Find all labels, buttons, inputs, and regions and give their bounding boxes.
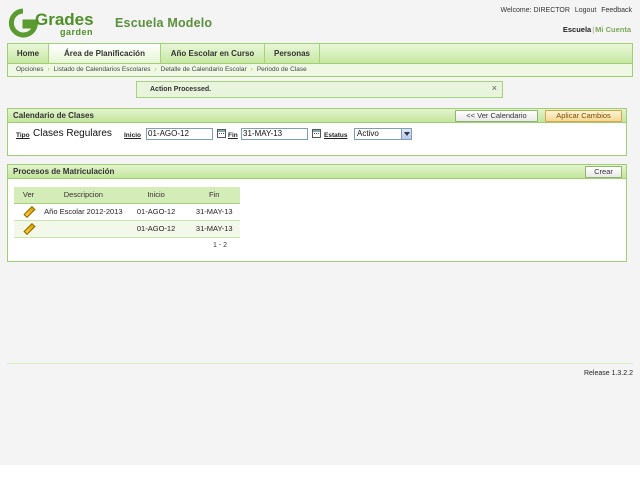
pagination-info: 1 - 2 [213, 242, 228, 249]
table-row: Año Escolar 2012-2013 01-AGO-12 31-MAY-1… [14, 203, 240, 221]
alert-message: Action Processed. [150, 86, 212, 93]
create-button[interactable]: Crear [585, 166, 622, 178]
inicio-field[interactable]: 01-AGO-12 [146, 128, 213, 140]
breadcrumb-separator: › [154, 66, 157, 73]
feedback-link[interactable]: Feedback [601, 7, 632, 14]
back-to-calendar-button[interactable]: << Ver Calendario [455, 110, 538, 122]
inicio-cell: 01-AGO-12 [123, 220, 189, 238]
school-name: Escuela Modelo [115, 16, 213, 30]
tab-personas[interactable]: Personas [265, 44, 320, 63]
inicio-cell: 01-AGO-12 [123, 203, 189, 221]
view-cell [14, 203, 44, 221]
estatus-value: Activo [357, 129, 379, 138]
tab-home[interactable]: Home [8, 44, 49, 63]
calendar-icon[interactable] [217, 129, 226, 138]
pencil-edit-icon[interactable] [23, 206, 34, 217]
status-alert: Action Processed. × [136, 81, 503, 98]
inicio-label: Inicio [124, 132, 141, 139]
tab-area-planificacion[interactable]: Área de Planificación [49, 44, 161, 63]
table-header-row: Ver Descripcion Inicio Fin [14, 187, 240, 204]
estatus-select[interactable]: Activo [354, 128, 412, 140]
breadcrumb-separator: › [250, 66, 253, 73]
tipo-label: Tipo [16, 132, 30, 139]
gradesgarden-logo: Grades garden [8, 8, 94, 38]
apply-changes-button[interactable]: Aplicar Cambios [545, 110, 622, 122]
fin-cell: 31-MAY-13 [188, 220, 240, 238]
calendar-icon[interactable] [312, 129, 321, 138]
enrollment-panel-header: Procesos de Matriculación Crear [8, 165, 626, 179]
breadcrumb-detalle[interactable]: Detalle de Calendario Escolar [161, 66, 247, 73]
school-nav: Escuela|Mi Cuenta [562, 25, 631, 34]
logo-sub: garden [60, 27, 93, 37]
descripcion-cell: Año Escolar 2012-2013 [43, 203, 124, 221]
top-links: Welcome: DIRECTOR Logout Feedback [498, 7, 632, 14]
chevron-down-icon [401, 129, 411, 139]
breadcrumb-separator: › [47, 66, 50, 73]
main-nav: Home Área de Planificación Año Escolar e… [7, 43, 633, 63]
enrollment-panel: Procesos de Matriculación Crear Ver Desc… [7, 164, 627, 262]
tipo-value: Clases Regulares [33, 128, 112, 139]
descripcion-cell [43, 220, 124, 238]
account-link[interactable]: Mi Cuenta [595, 25, 631, 34]
school-link[interactable]: Escuela [563, 25, 591, 34]
breadcrumb-listado[interactable]: Listado de Calendarios Escolares [54, 66, 151, 73]
footer-divider [7, 363, 633, 364]
tab-ano-escolar[interactable]: Año Escolar en Curso [161, 44, 265, 63]
enrollment-panel-title: Procesos de Matriculación [13, 167, 115, 176]
column-header-ver: Ver [14, 187, 44, 204]
enrollment-table: Ver Descripcion Inicio Fin Año Escolar 2… [14, 187, 240, 238]
welcome-text: Welcome: DIRECTOR [500, 7, 570, 14]
column-header-inicio: Inicio [123, 187, 189, 204]
view-cell [14, 220, 44, 238]
close-icon[interactable]: × [492, 81, 497, 96]
estatus-label: Estatus [324, 132, 348, 139]
fin-cell: 31-MAY-13 [188, 203, 240, 221]
release-version: Release 1.3.2.2 [583, 370, 633, 377]
breadcrumb-periodo: Periodo de Clase [256, 66, 307, 73]
header: Grades garden Escuela Modelo Welcome: DI… [0, 0, 640, 42]
fin-field[interactable]: 31-MAY-13 [241, 128, 308, 140]
breadcrumb-opciones[interactable]: Opciones [16, 66, 43, 73]
logout-link[interactable]: Logout [575, 7, 596, 14]
calendar-panel-title: Calendario de Clases [13, 111, 94, 120]
calendar-panel: Calendario de Clases << Ver Calendario A… [7, 108, 627, 156]
column-header-descripcion: Descripcion [43, 187, 124, 204]
table-row: 01-AGO-12 31-MAY-13 [14, 220, 240, 238]
column-header-fin: Fin [188, 187, 240, 204]
breadcrumb: Opciones › Listado de Calendarios Escolare… [7, 63, 633, 77]
fin-label: Fin [228, 132, 238, 139]
pencil-edit-icon[interactable] [23, 223, 34, 234]
calendar-panel-header: Calendario de Clases << Ver Calendario A… [8, 109, 626, 123]
